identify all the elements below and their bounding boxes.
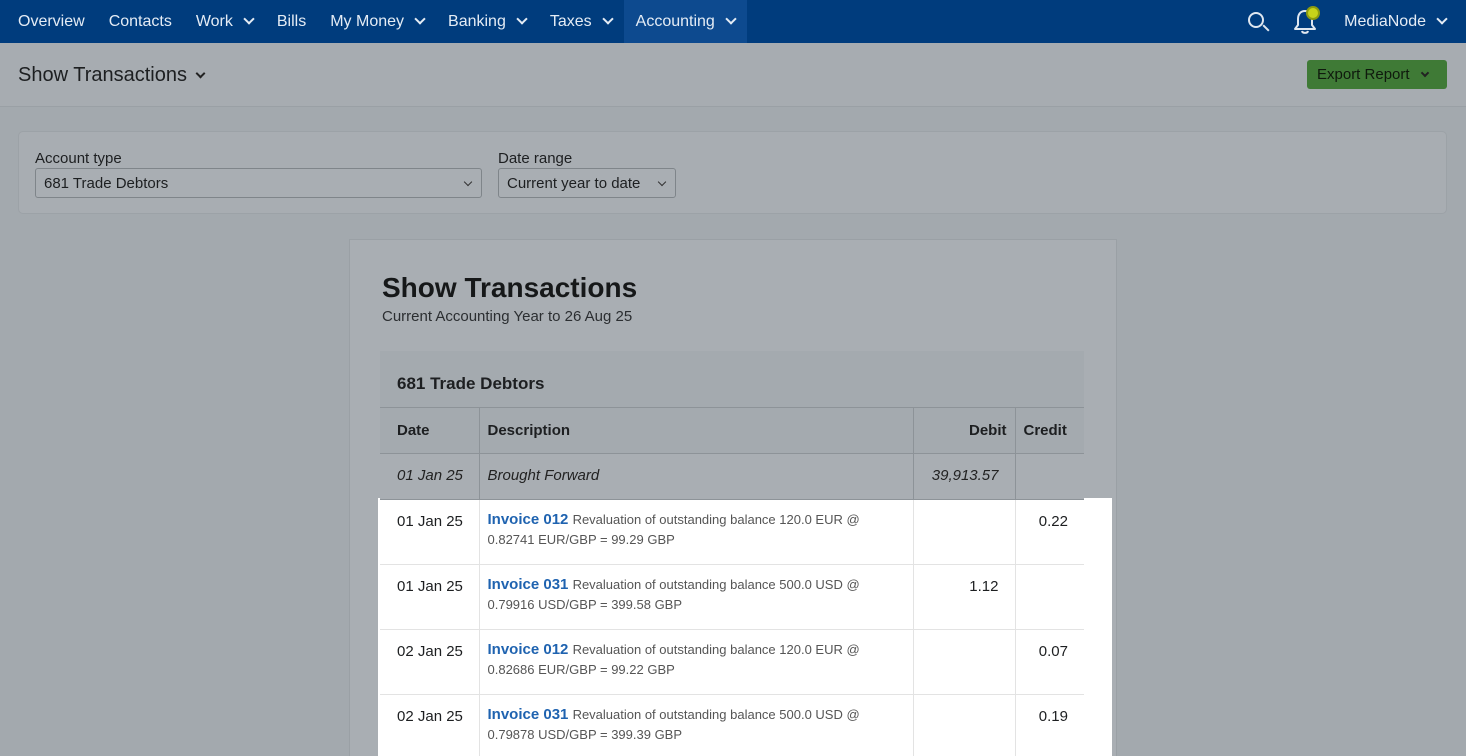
nav-accounting[interactable]: Accounting xyxy=(623,0,747,43)
chevron-down-icon xyxy=(1436,13,1448,25)
page-header: Show Transactions Export Report xyxy=(0,43,1466,107)
chevron-down-icon xyxy=(1420,68,1429,77)
nav-work-label: Work xyxy=(195,12,233,30)
row-description: Invoice 012 Revaluation of outstanding b… xyxy=(479,629,914,695)
nav-taxes[interactable]: Taxes xyxy=(538,0,624,43)
col-credit: Credit xyxy=(1015,408,1084,454)
nav-my-money[interactable]: My Money xyxy=(318,0,436,43)
search-icon[interactable] xyxy=(1246,10,1270,34)
nav-overview-label: Overview xyxy=(18,12,85,30)
account-type-select[interactable]: 681 Trade Debtors xyxy=(35,168,482,198)
export-report-button[interactable]: Export Report xyxy=(1307,60,1447,89)
filter-panel: Account type 681 Trade Debtors Date rang… xyxy=(18,131,1447,214)
row-description: Invoice 031 Revaluation of outstanding b… xyxy=(479,694,914,756)
date-range-label: Date range xyxy=(498,150,573,167)
top-nav: Overview Contacts Work Bills My Money Ba… xyxy=(0,0,1466,43)
table-header-row: Date Description Debit Credit xyxy=(380,408,1084,454)
chevron-down-icon xyxy=(516,13,528,25)
row-debit xyxy=(913,694,1016,756)
date-range-select[interactable]: Current year to date xyxy=(498,168,676,198)
row-credit: 0.07 xyxy=(1015,629,1084,695)
row-debit xyxy=(913,629,1016,695)
bell-icon[interactable] xyxy=(1292,5,1321,36)
nav-banking-label: Banking xyxy=(448,12,506,30)
bf-date: 01 Jan 25 xyxy=(380,453,480,500)
table-row: 02 Jan 25 Invoice 031 Revaluation of out… xyxy=(380,694,1084,756)
user-menu[interactable]: MediaNode xyxy=(1344,13,1466,31)
bf-debit: 39,913.57 xyxy=(913,453,1016,500)
transactions-table: 681 Trade Debtors Date Description Debit… xyxy=(380,351,1084,756)
page-title: Show Transactions xyxy=(18,64,187,86)
chevron-down-icon xyxy=(195,68,206,79)
row-date: 02 Jan 25 xyxy=(380,629,480,695)
row-date: 01 Jan 25 xyxy=(380,499,480,565)
col-debit: Debit xyxy=(913,408,1016,454)
col-description: Description xyxy=(479,408,914,454)
nav-contacts-label: Contacts xyxy=(108,12,172,30)
row-credit xyxy=(1015,564,1084,630)
invoice-link[interactable]: Invoice 012 xyxy=(488,641,569,658)
nav-my-money-label: My Money xyxy=(330,12,405,30)
row-date: 02 Jan 25 xyxy=(380,694,480,756)
nav-right: MediaNode xyxy=(1246,0,1466,43)
chevron-down-icon xyxy=(657,177,667,187)
invoice-link[interactable]: Invoice 012 xyxy=(488,511,569,528)
row-debit xyxy=(913,499,1016,565)
table-row: 01 Jan 25 Invoice 012 Revaluation of out… xyxy=(380,499,1084,565)
brought-forward-row: 01 Jan 25 Brought Forward 39,913.57 xyxy=(380,453,1084,500)
notification-dot xyxy=(1306,5,1321,20)
nav-accounting-label: Accounting xyxy=(635,12,715,30)
table-row: 02 Jan 25 Invoice 012 Revaluation of out… xyxy=(380,629,1084,695)
chevron-down-icon xyxy=(463,177,473,187)
bf-description: Brought Forward xyxy=(479,453,914,500)
row-description: Invoice 031 Revaluation of outstanding b… xyxy=(479,564,914,630)
row-debit: 1.12 xyxy=(913,564,1016,630)
nav-bills[interactable]: Bills xyxy=(265,0,318,43)
nav-banking[interactable]: Banking xyxy=(436,0,538,43)
nav-contacts[interactable]: Contacts xyxy=(97,0,184,43)
chevron-down-icon xyxy=(243,13,255,25)
row-description: Invoice 012 Revaluation of outstanding b… xyxy=(479,499,914,565)
nav-overview[interactable]: Overview xyxy=(0,0,97,43)
invoice-link[interactable]: Invoice 031 xyxy=(488,576,569,593)
date-range-value: Current year to date xyxy=(507,174,641,192)
nav-bills-label: Bills xyxy=(276,12,307,30)
account-type-value: 681 Trade Debtors xyxy=(44,174,169,192)
chevron-down-icon xyxy=(601,13,614,25)
row-credit: 0.22 xyxy=(1015,499,1084,565)
row-date: 01 Jan 25 xyxy=(380,564,480,630)
report-title: Show Transactions xyxy=(382,272,638,303)
chevron-down-icon xyxy=(725,13,737,25)
invoice-link[interactable]: Invoice 031 xyxy=(488,706,569,723)
report-subtitle: Current Accounting Year to 26 Aug 25 xyxy=(382,308,633,325)
col-date: Date xyxy=(380,408,480,454)
nav-taxes-label: Taxes xyxy=(549,12,592,30)
table-row: 01 Jan 25 Invoice 031 Revaluation of out… xyxy=(380,564,1084,630)
chevron-down-icon xyxy=(414,13,426,25)
row-credit: 0.19 xyxy=(1015,694,1084,756)
bf-credit xyxy=(1015,453,1084,500)
page-title-dropdown[interactable]: Show Transactions xyxy=(18,64,206,87)
export-report-label: Export Report xyxy=(1317,66,1410,83)
account-type-label: Account type xyxy=(35,150,122,167)
user-name: MediaNode xyxy=(1344,12,1426,30)
nav-work[interactable]: Work xyxy=(184,0,265,43)
account-heading: 681 Trade Debtors xyxy=(380,351,1084,408)
